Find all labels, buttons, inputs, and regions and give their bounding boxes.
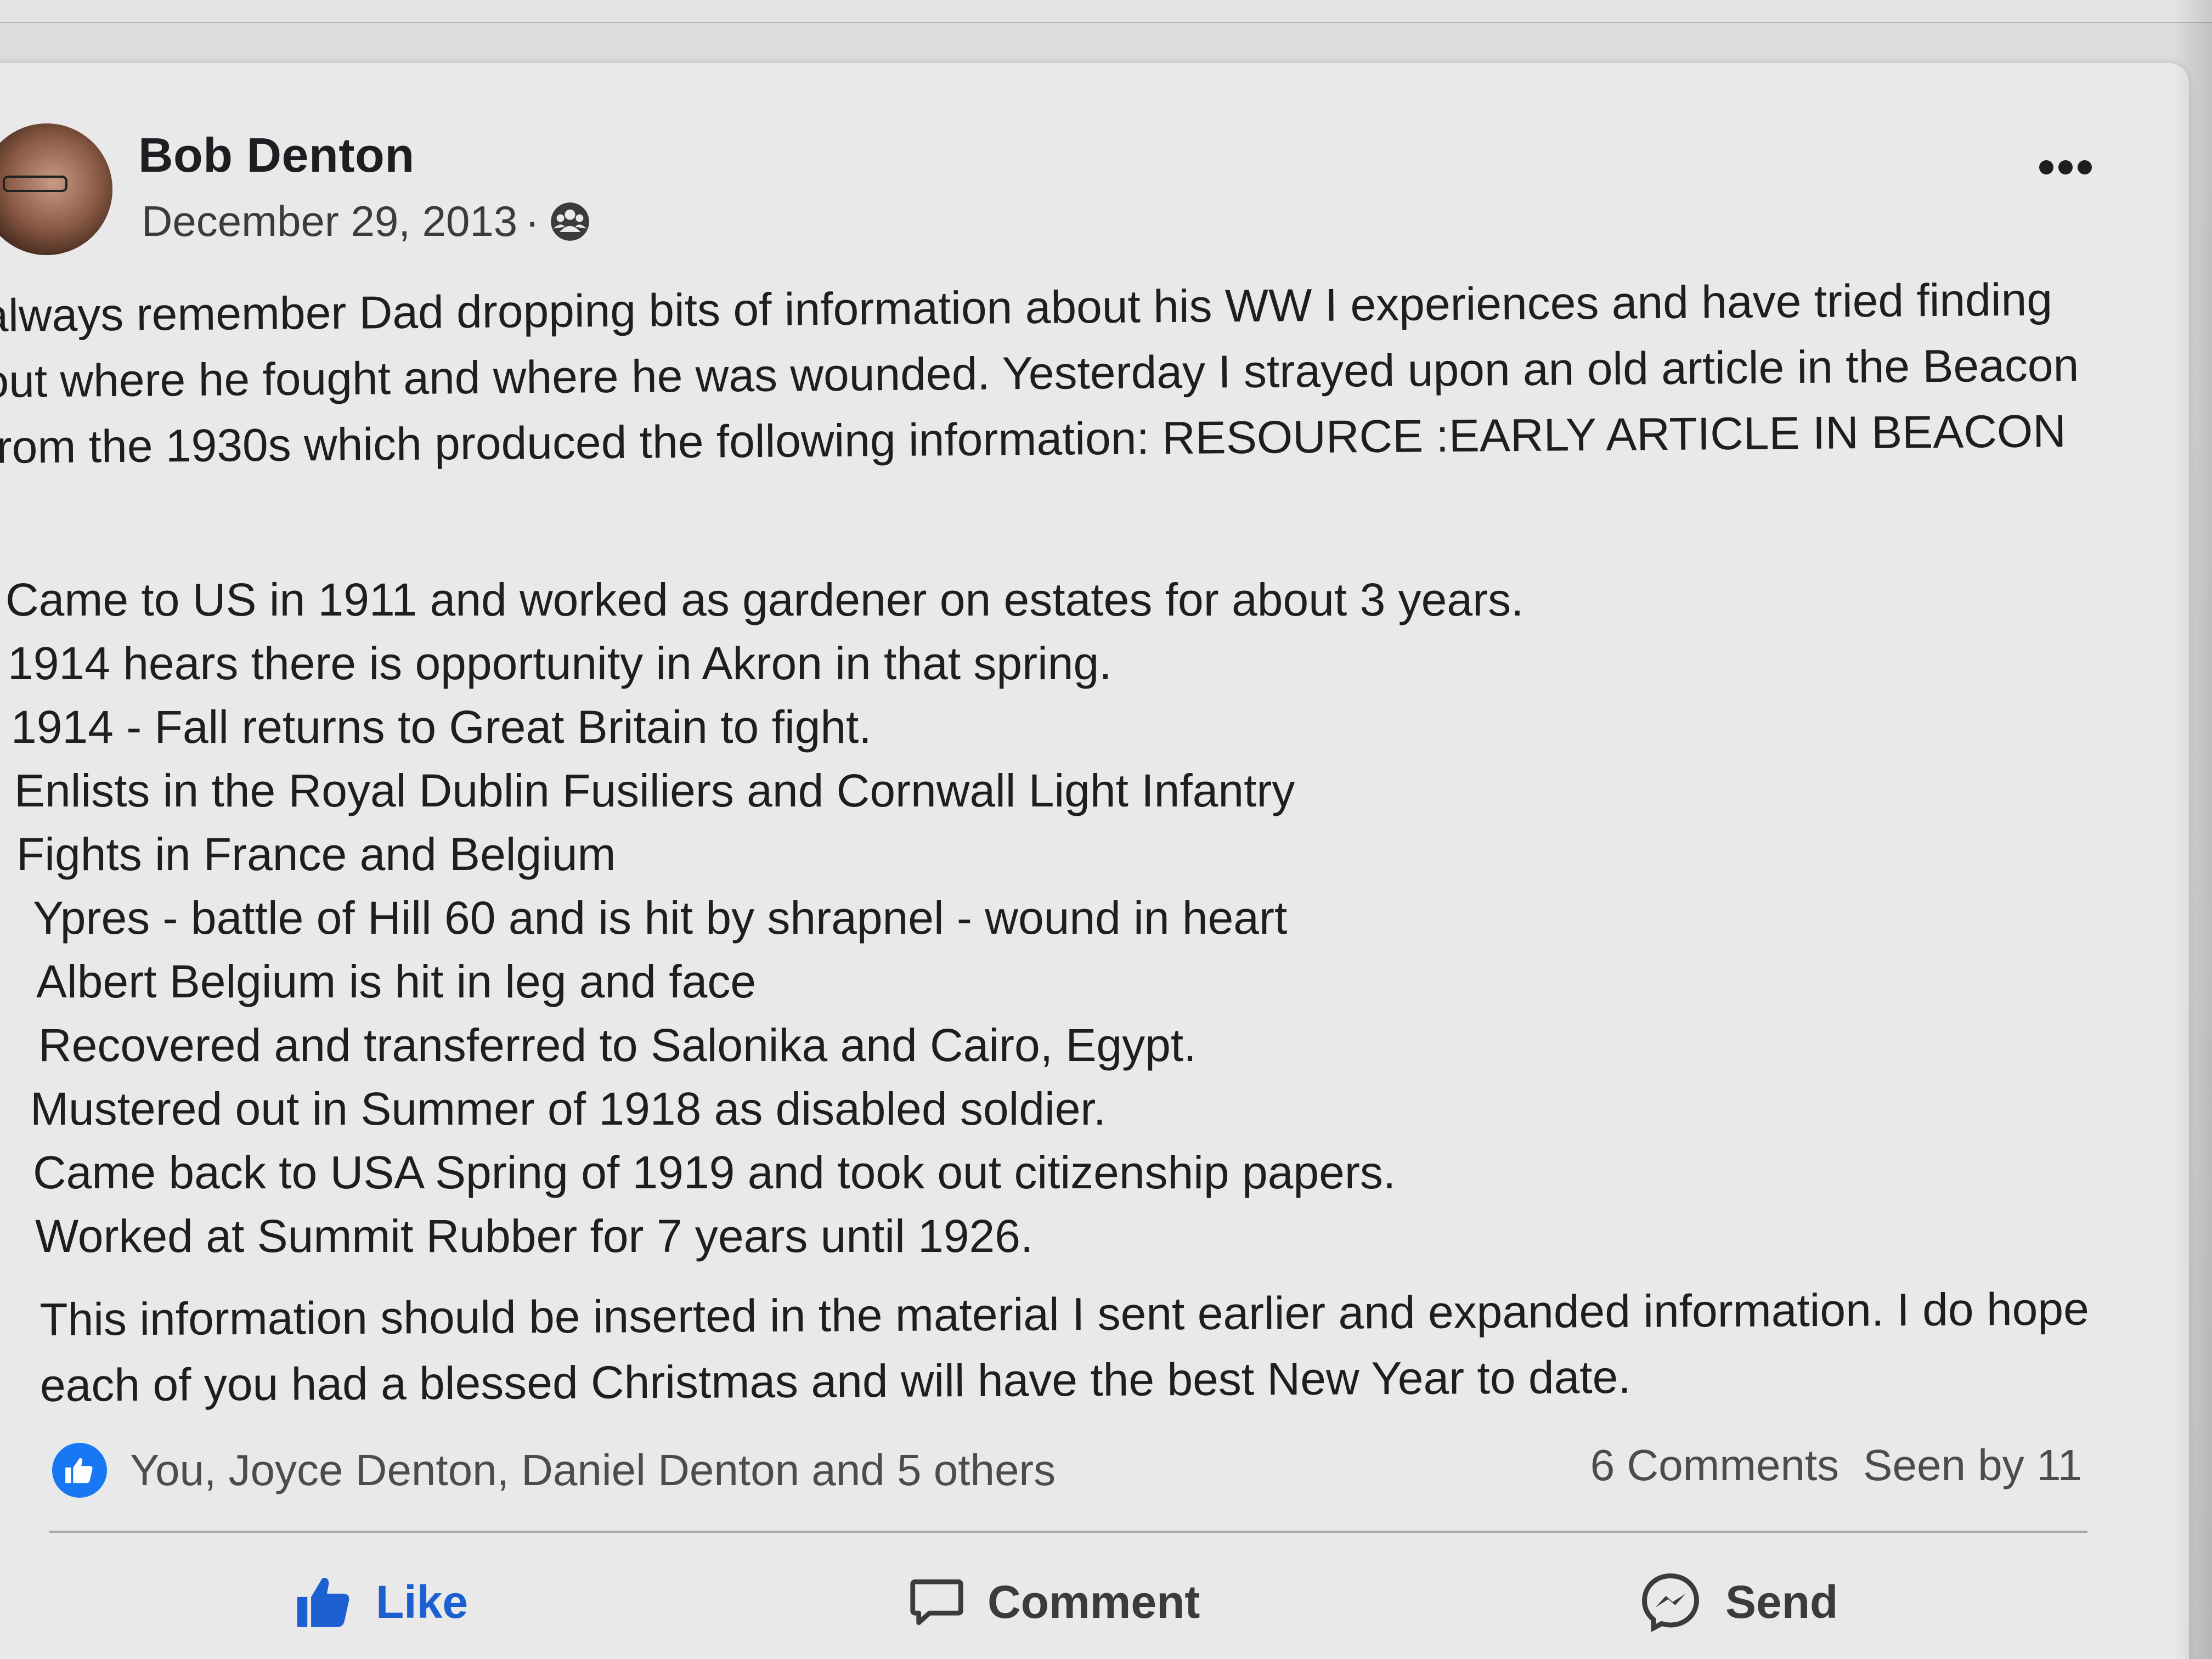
window-top-edge	[0, 0, 2212, 23]
reaction-names[interactable]: You, Joyce Denton, Daniel Denton and 5 o…	[130, 1445, 1056, 1496]
post-intro: always remember Dad dropping bits of inf…	[0, 273, 2079, 473]
screen-edge-shadow	[2172, 0, 2212, 1659]
comments-count[interactable]: 6 Comments	[1590, 1440, 1839, 1491]
send-button[interactable]: Send	[1638, 1564, 1838, 1640]
reactions-bar: You, Joyce Denton, Daniel Denton and 5 o…	[52, 1440, 2082, 1500]
thumbs-up-icon	[297, 1578, 349, 1627]
post-date[interactable]: December 29, 2013	[142, 196, 517, 246]
post-meta: December 29, 2013 ·	[142, 196, 591, 246]
group-audience-icon[interactable]	[549, 201, 591, 242]
list-item: Mustered out in Summer of 1918 as disabl…	[30, 1083, 1107, 1135]
list-item: Came back to USA Spring of 1919 and took…	[33, 1147, 1396, 1198]
messenger-icon	[1641, 1573, 1700, 1632]
divider	[49, 1531, 2087, 1533]
seen-by-count[interactable]: Seen by 11	[1863, 1440, 2082, 1491]
more-options-button[interactable]	[2030, 148, 2101, 187]
more-options-icon	[2039, 160, 2092, 174]
list-item: Enlists in the Royal Dublin Fusiliers an…	[14, 765, 1295, 816]
action-bar: Like Comment Send	[0, 1564, 2212, 1640]
list-item: Fights in France and Belgium	[16, 828, 616, 880]
like-button[interactable]: Like	[294, 1564, 468, 1640]
resume-list: Came to US in 1911 and worked as gardene…	[0, 568, 2085, 1268]
comment-bubble-icon	[910, 1579, 963, 1625]
post-closing: This information should be inserted in t…	[40, 1283, 2090, 1411]
list-item: 1914 - Fall returns to Great Britain to …	[11, 701, 872, 753]
like-button-label: Like	[376, 1576, 469, 1628]
like-reaction-icon[interactable]	[52, 1443, 107, 1498]
send-button-label: Send	[1725, 1576, 1838, 1628]
list-item: Ypres - battle of Hill 60 and is hit by …	[33, 892, 1288, 944]
list-item: Albert Belgium is hit in leg and face	[36, 956, 757, 1007]
list-item: Came to US in 1911 and worked as gardene…	[5, 574, 1524, 625]
author-name[interactable]: Bob Denton	[138, 127, 415, 183]
comment-button[interactable]: Comment	[908, 1564, 1200, 1640]
meta-separator: ·	[525, 197, 540, 245]
list-item: Worked at Summit Rubber for 7 years unti…	[35, 1210, 1034, 1262]
screen: Bob Denton December 29, 2013 · always re…	[0, 0, 2212, 1659]
list-item: Recovered and transferred to Salonika an…	[38, 1019, 1197, 1071]
reaction-stats: 6 Comments Seen by 11	[1590, 1440, 2082, 1491]
comment-button-label: Comment	[988, 1576, 1200, 1628]
list-item: 1914 hears there is opportunity in Akron…	[8, 637, 1112, 689]
